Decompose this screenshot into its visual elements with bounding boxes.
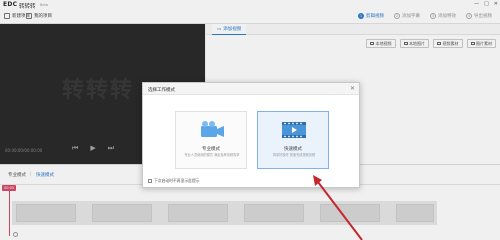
pro-mode-card[interactable]: 专业模式 专业人员使用的模式 满足各种剪辑需求 — [175, 111, 247, 169]
app-window: EDC 转转转 Beta — □ ✕ 新建项目 我的项目 1 剪辑视频 2 添加… — [0, 0, 500, 240]
dont-show-checkbox[interactable] — [148, 179, 152, 183]
card-description: 专业人员使用的模式 满足各种剪辑需求 — [184, 153, 240, 157]
card-description: 简单好操作 快速完成视频剪辑 — [272, 153, 316, 157]
dont-show-label: 下次启动时不再显示此提示 — [154, 178, 200, 183]
dont-show-again[interactable]: 下次启动时不再显示此提示 — [148, 178, 200, 184]
mode-select-dialog: 选择工作模式 ✕ 专业模式 专业人员使用的模式 满足各种剪辑需求 快速模式 简单… — [142, 82, 360, 188]
video-camera-icon — [201, 121, 224, 137]
dialog-header: 选择工作模式 ✕ — [143, 83, 359, 95]
film-icon — [282, 122, 306, 138]
card-label: 快速模式 — [284, 147, 302, 152]
dialog-close-button[interactable]: ✕ — [350, 85, 355, 92]
card-label: 专业模式 — [202, 147, 220, 152]
fast-mode-card[interactable]: 快速模式 简单好操作 快速完成视频剪辑 — [257, 111, 329, 169]
dialog-title: 选择工作模式 — [148, 88, 175, 93]
